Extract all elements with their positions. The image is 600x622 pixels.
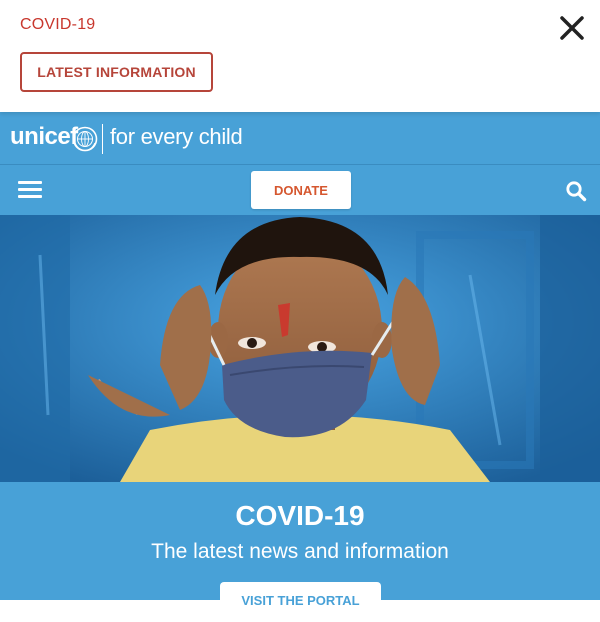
- close-icon[interactable]: [556, 12, 588, 44]
- search-icon[interactable]: [565, 180, 587, 202]
- logo-divider: [102, 124, 103, 154]
- donate-button[interactable]: DONATE: [251, 171, 351, 209]
- un-emblem-icon: [72, 126, 98, 152]
- alert-banner: COVID-19 LATEST INFORMATION: [0, 0, 600, 112]
- promo-subtitle: The latest news and information: [151, 540, 449, 563]
- logo-bar: unicef for every child: [0, 112, 600, 165]
- brand-tagline: for every child: [110, 124, 243, 149]
- alert-title: COVID-19: [20, 16, 96, 33]
- latest-information-button[interactable]: LATEST INFORMATION: [20, 52, 213, 92]
- nav-bar: DONATE: [0, 165, 600, 215]
- hamburger-menu-icon[interactable]: [18, 179, 42, 201]
- hero-image: [0, 215, 600, 482]
- hero-illustration: [0, 215, 600, 482]
- visit-portal-button[interactable]: VISIT THE PORTAL: [220, 582, 381, 622]
- promo-title: COVID-19: [235, 500, 365, 531]
- covid-promo: COVID-19 The latest news and information…: [0, 482, 600, 622]
- brand-wordmark: unicef: [10, 123, 78, 150]
